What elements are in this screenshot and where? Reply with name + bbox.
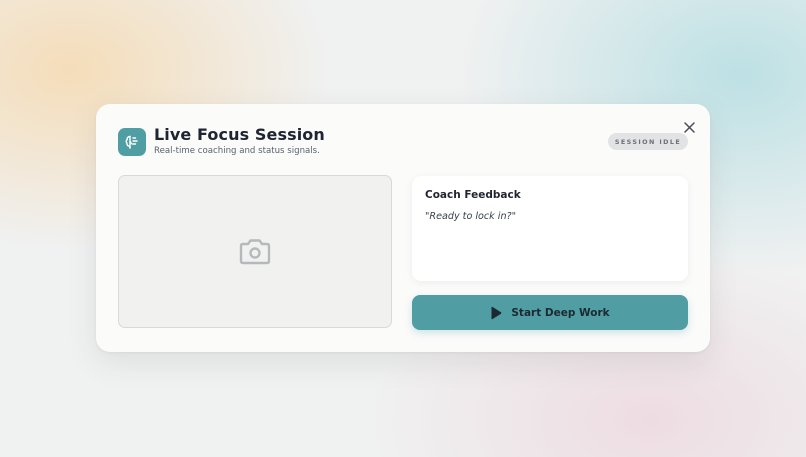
play-icon — [490, 306, 502, 320]
focus-session-dialog: Live Focus Session Real-time coaching an… — [96, 104, 710, 352]
coach-feedback-message: "Ready to lock in?" — [425, 211, 517, 222]
close-icon — [683, 121, 695, 133]
coach-feedback-title: Coach Feedback — [425, 189, 521, 201]
status-badge: SESSION IDLE — [608, 133, 688, 150]
camera-icon — [238, 237, 272, 267]
camera-preview — [118, 175, 392, 328]
focus-brain-icon — [118, 128, 146, 156]
coach-feedback-panel: Coach Feedback "Ready to lock in?" — [412, 176, 688, 281]
start-deep-work-label: Start Deep Work — [511, 306, 610, 319]
page-subtitle: Real-time coaching and status signals. — [154, 146, 320, 156]
page-title: Live Focus Session — [154, 125, 325, 144]
start-deep-work-button[interactable]: Start Deep Work — [412, 295, 688, 330]
